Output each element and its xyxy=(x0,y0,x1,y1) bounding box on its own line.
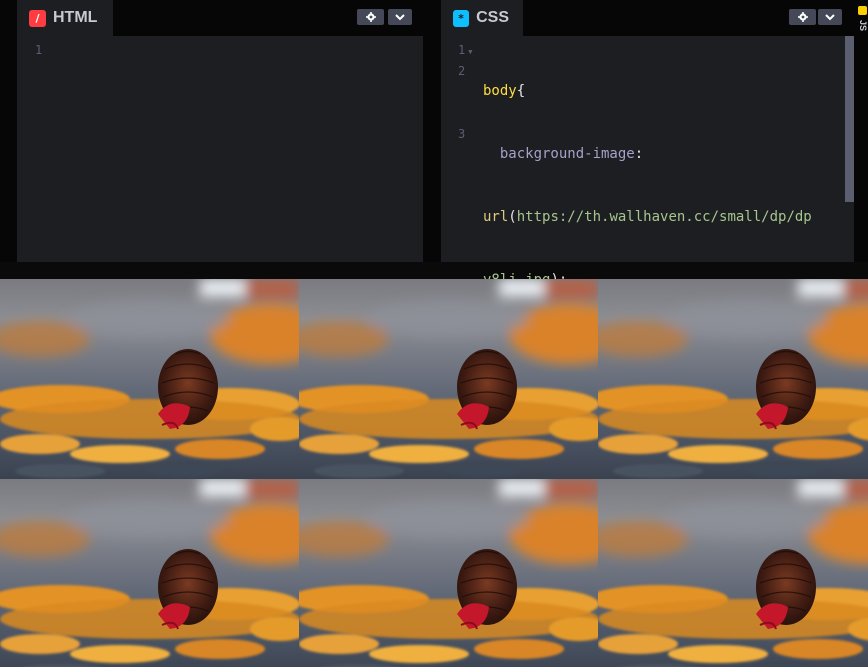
css-function: url xyxy=(483,209,509,225)
fold-arrow-icon[interactable]: ▼ xyxy=(468,48,472,56)
chevron-down-icon xyxy=(395,13,405,20)
background-tile xyxy=(598,279,868,479)
css-settings-button[interactable] xyxy=(789,9,816,25)
html-collapse-button[interactable] xyxy=(388,9,412,25)
js-badge-icon xyxy=(858,6,867,15)
background-tile xyxy=(0,279,299,479)
result-preview[interactable] xyxy=(0,279,868,667)
html-tab-bar: / HTML xyxy=(17,0,423,36)
css-scrollbar-thumb[interactable] xyxy=(845,36,854,202)
css-line-number-1: 1 xyxy=(458,43,466,57)
code-line-2-wrap-a: url(https://th.wallhaven.cc/small/dp/dp xyxy=(483,207,812,228)
html-settings-button[interactable] xyxy=(357,9,384,25)
gear-icon xyxy=(365,12,376,22)
background-tile xyxy=(299,279,598,479)
pinecone-scene xyxy=(0,279,299,478)
paren-open: ( xyxy=(508,209,517,225)
pinecone-scene xyxy=(598,279,868,478)
pinecone-scene xyxy=(598,479,868,667)
background-tile xyxy=(598,479,868,667)
colon: : xyxy=(634,146,644,162)
code-line-1: body{ xyxy=(483,81,812,102)
editor-area: / HTML 1 * CSS 1 ▼ 2 3 body{background-… xyxy=(0,0,868,351)
tab-html[interactable]: / HTML xyxy=(17,0,113,36)
code-line-2: background-image: xyxy=(483,144,812,165)
pinecone-scene xyxy=(299,279,598,478)
pinecone-scene xyxy=(0,479,299,667)
html-line-number: 1 xyxy=(35,43,43,57)
css-editor-panel: * CSS 1 ▼ 2 3 body{ background-image: url… xyxy=(441,0,854,351)
css-collapse-button[interactable] xyxy=(818,9,842,25)
css-tab-bar: * CSS xyxy=(441,0,854,36)
css-selector: body xyxy=(483,83,517,99)
tab-js-label[interactable]: JS xyxy=(856,20,868,31)
html-editor-panel: / HTML 1 xyxy=(17,0,423,262)
open-brace: { xyxy=(516,83,526,99)
js-editor-collapsed[interactable]: JS xyxy=(856,0,868,262)
gear-icon xyxy=(797,12,808,22)
chevron-down-icon xyxy=(825,13,835,20)
tab-css-label: CSS xyxy=(476,9,509,26)
pinecone-scene xyxy=(299,479,598,667)
css-property: background-image xyxy=(499,146,635,162)
css-badge-icon: * xyxy=(453,9,470,27)
html-badge-icon: / xyxy=(29,9,46,27)
background-tile xyxy=(0,479,299,667)
tab-css[interactable]: * CSS xyxy=(441,0,523,36)
background-tile xyxy=(299,479,598,667)
css-url-part1: https://th.wallhaven.cc/small/dp/dp xyxy=(516,209,812,225)
tab-html-label: HTML xyxy=(53,9,98,26)
